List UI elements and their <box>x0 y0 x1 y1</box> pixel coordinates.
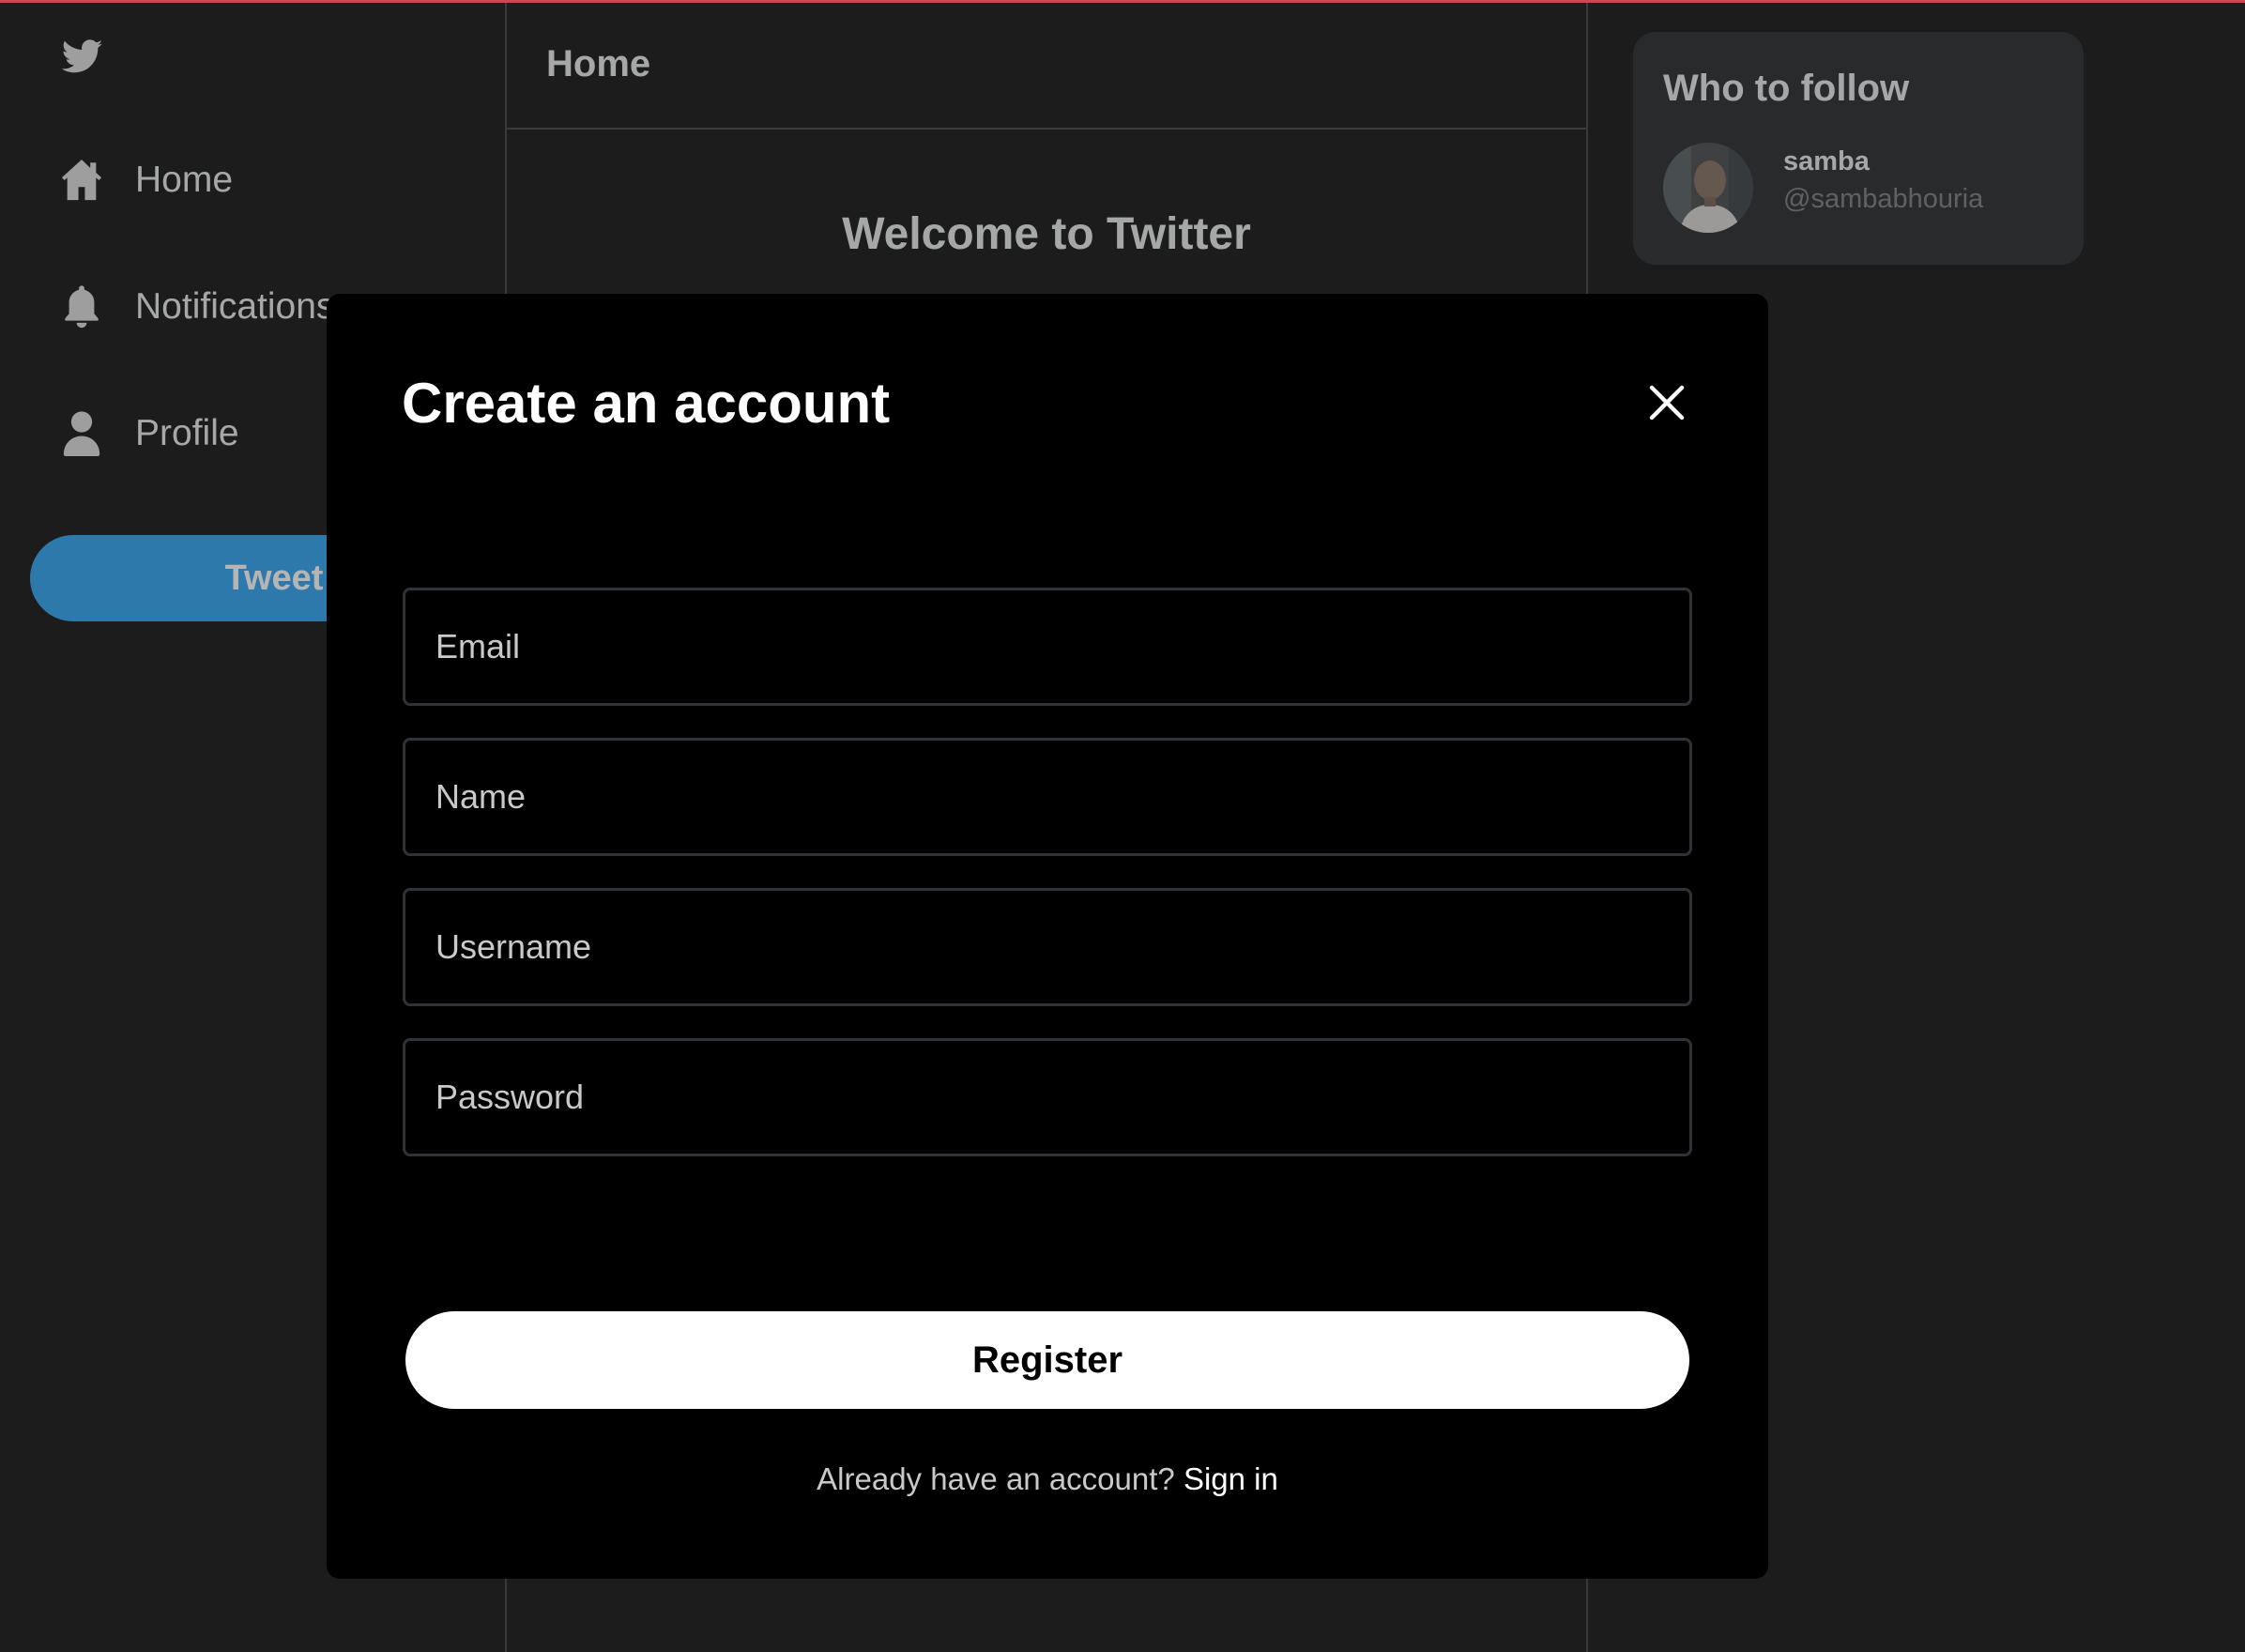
app-window: Home Notifications Profile Tweet Home We… <box>0 0 2245 1652</box>
email-field[interactable] <box>403 588 1692 706</box>
create-account-dialog: Create an account Register Already have … <box>327 294 1768 1579</box>
signin-prompt: Already have an account? Sign in <box>327 1461 1768 1497</box>
register-button[interactable]: Register <box>405 1311 1689 1409</box>
username-field[interactable] <box>403 888 1692 1006</box>
close-icon[interactable] <box>1644 380 1689 425</box>
name-field[interactable] <box>403 738 1692 856</box>
signin-prompt-text: Already have an account? <box>817 1461 1175 1496</box>
window-top-border <box>0 0 2245 3</box>
dialog-title: Create an account <box>402 372 891 435</box>
password-field[interactable] <box>403 1038 1692 1156</box>
signin-link[interactable]: Sign in <box>1184 1461 1278 1496</box>
